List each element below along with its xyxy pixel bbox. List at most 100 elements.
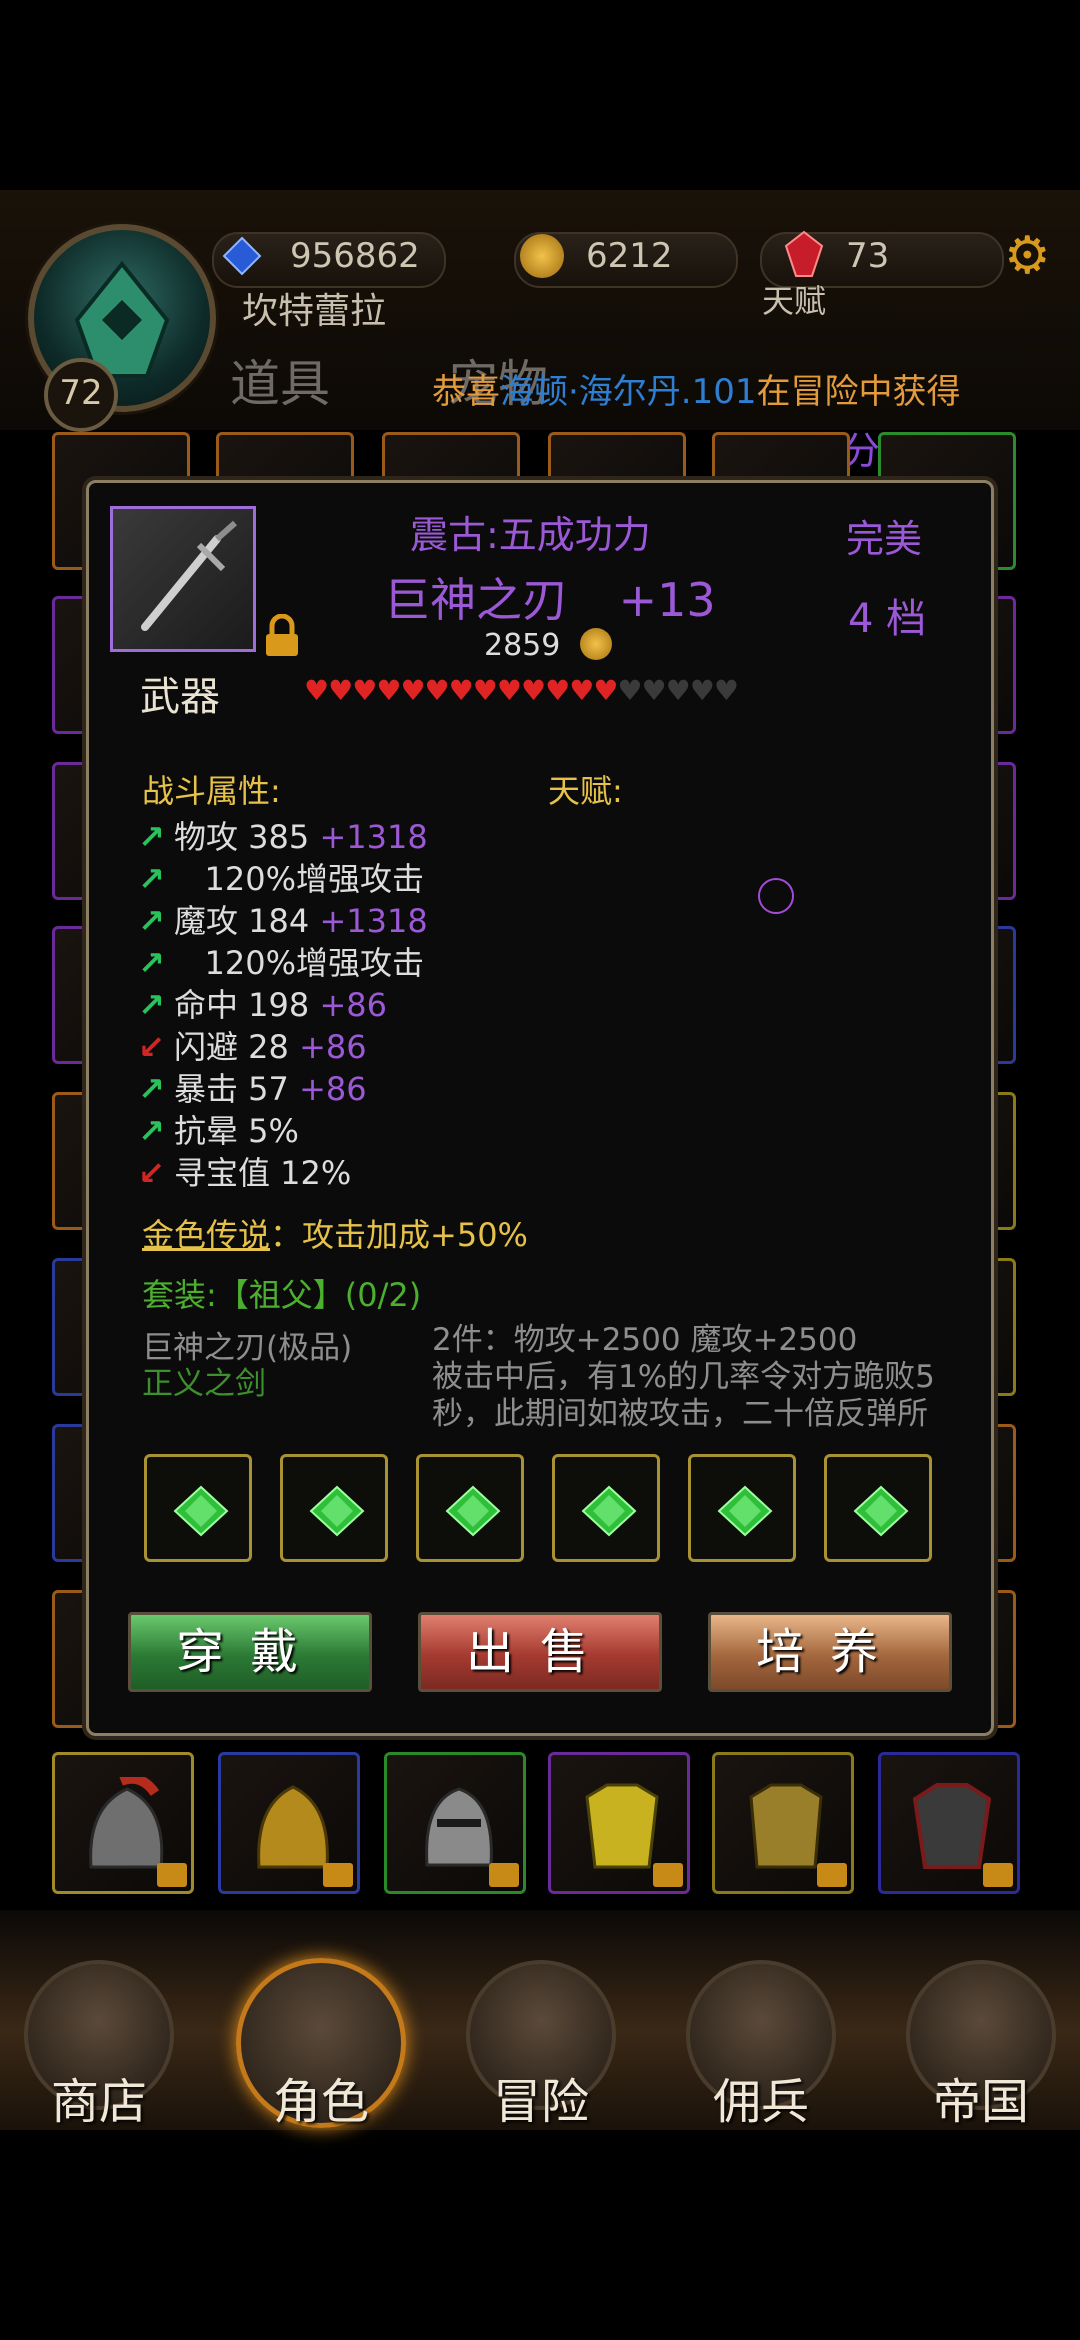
lock-icon — [817, 1863, 847, 1887]
ticker-player: 海顿·海尔丹.101 — [500, 372, 757, 412]
set-piece-2: 正义之剑 — [142, 1366, 266, 1402]
heart-empty-icon: ♥ — [665, 674, 691, 707]
item-tier: 4 档 — [848, 596, 927, 642]
ticker-prefix: 恭喜 — [432, 372, 500, 412]
chainmail-icon — [749, 1783, 823, 1869]
legend-label[interactable]: 金色传说 — [142, 1216, 270, 1254]
ruby-icon — [784, 230, 824, 278]
gem-socket[interactable] — [552, 1454, 660, 1562]
arrow-up-icon: ↗ — [138, 986, 165, 1024]
heart-filled-icon: ♥ — [545, 674, 570, 707]
equip-slot-armor-gold[interactable] — [548, 1752, 690, 1894]
emerald-gem-icon — [445, 1485, 501, 1537]
legend-value: ：攻击加成+50% — [270, 1216, 528, 1254]
stat-row: ↙ 闪避 28 +86 — [138, 1022, 367, 1068]
tab-items[interactable]: 道具 — [230, 344, 410, 414]
set-bonus-line: 2件：物攻+2500 魔攻+2500 — [432, 1322, 858, 1358]
gem-socket[interactable] — [416, 1454, 524, 1562]
arrow-up-icon: ↗ — [138, 902, 165, 940]
arrow-down-icon: ↙ — [138, 1154, 165, 1192]
stat-bonus: +86 — [319, 986, 387, 1024]
lock-icon — [157, 1863, 187, 1887]
emerald-gem-icon — [853, 1485, 909, 1537]
gold-coin-icon — [580, 628, 612, 660]
stat-text: 120%增强攻击 — [174, 860, 425, 898]
set-bonus-text: 2件：物攻+2500 魔攻+2500 被击中后，有1%的几率令对方跪败5 秒，此… — [432, 1322, 972, 1433]
heart-empty-icon: ♥ — [617, 674, 642, 707]
heart-empty-icon: ♥ — [713, 674, 739, 707]
sword-icon — [141, 520, 237, 631]
stat-bonus: +1318 — [319, 818, 428, 856]
stat-row: ↗ 120%增强攻击 — [138, 854, 424, 900]
enhance-level: +13 — [618, 573, 716, 627]
lock-icon — [323, 1863, 353, 1887]
equip-slot-helmet[interactable] — [52, 1752, 194, 1894]
stat-row: ↗ 抗晕 5% — [138, 1106, 299, 1152]
gold-coin-icon — [520, 234, 564, 278]
emerald-gem-icon — [717, 1485, 773, 1537]
stat-text: 闪避 28 — [174, 1028, 300, 1066]
blue-gem-icon — [222, 236, 262, 276]
stat-text: 抗晕 5% — [174, 1112, 299, 1150]
heart-filled-icon: ♥ — [448, 674, 474, 707]
nav-empire-label[interactable]: 帝国 — [906, 2062, 1056, 2132]
lock-icon[interactable] — [264, 613, 300, 662]
settings-gear-icon[interactable]: ⚙ — [1004, 230, 1051, 282]
nav-shop-label[interactable]: 商店 — [24, 2062, 174, 2132]
gem-socket[interactable] — [144, 1454, 252, 1562]
nav-adventure-label[interactable]: 冒险 — [466, 2062, 616, 2132]
nav-role-label[interactable]: 角色 — [246, 2062, 396, 2132]
item-name: 巨神之刃 — [384, 573, 568, 627]
helmet-icon — [89, 1777, 164, 1869]
equip-slot-knight-helmet[interactable] — [384, 1752, 526, 1894]
announcement-ticker: 恭喜海顿·海尔丹.101在冒险中获得 — [432, 364, 961, 413]
heart-filled-icon: ♥ — [352, 674, 377, 707]
item-name-row: 巨神之刃 +13 — [384, 564, 716, 630]
stat-row: ↗ 魔攻 184 +1318 — [138, 896, 428, 942]
stat-row: ↗ 物攻 385 +1318 — [138, 812, 428, 858]
arrow-up-icon: ↗ — [138, 1070, 165, 1108]
refine-title: 震古:五成功力 — [410, 513, 651, 557]
gold-value: 6212 — [586, 236, 673, 276]
equip-slot-helmet-gold[interactable] — [218, 1752, 360, 1894]
heart-filled-icon: ♥ — [304, 674, 329, 707]
heart-filled-icon: ♥ — [520, 674, 546, 707]
lock-icon — [653, 1863, 683, 1887]
lock-icon — [983, 1863, 1013, 1887]
set-title: 套装:【祖父】(0/2) — [142, 1276, 422, 1314]
talent-empty-circle[interactable] — [758, 878, 794, 914]
stat-text: 寻宝值 12% — [174, 1154, 352, 1192]
knight-helmet-icon — [425, 1787, 493, 1867]
talent-label[interactable]: 天赋 — [762, 276, 826, 322]
stat-text: 120%增强攻击 — [174, 944, 425, 982]
arrow-up-icon: ↗ — [138, 860, 165, 898]
stat-text: 暴击 57 — [174, 1070, 300, 1108]
arrow-up-icon: ↗ — [138, 1112, 165, 1150]
emerald-gem-icon — [581, 1485, 637, 1537]
combat-attributes-title: 战斗属性: — [142, 772, 281, 810]
arrow-down-icon: ↙ — [138, 1028, 165, 1066]
gem-socket[interactable] — [824, 1454, 932, 1562]
equip-slot-chainmail[interactable] — [712, 1752, 854, 1894]
heart-filled-icon: ♥ — [400, 674, 425, 707]
stat-row: ↗ 暴击 57 +86 — [138, 1064, 367, 1110]
gem-socket[interactable] — [280, 1454, 388, 1562]
gem-socket[interactable] — [688, 1454, 796, 1562]
gold-helmet-icon — [257, 1785, 329, 1869]
heart-filled-icon: ♥ — [593, 674, 618, 707]
legend-row: 金色传说：攻击加成+50% — [142, 1210, 528, 1256]
arrow-up-icon: ↗ — [138, 944, 165, 982]
item-price: 2859 — [484, 628, 561, 663]
nav-mercenary-label[interactable]: 佣兵 — [686, 2062, 836, 2132]
equip-button[interactable]: 穿戴 — [128, 1612, 372, 1692]
ticker-suffix: 在冒险中获得 — [756, 372, 961, 412]
heart-filled-icon: ♥ — [569, 674, 594, 707]
heart-filled-icon: ♥ — [328, 674, 353, 707]
stat-bonus: +86 — [299, 1070, 367, 1108]
equip-slot-dark-armor[interactable] — [878, 1752, 1020, 1894]
item-quality: 完美 — [846, 517, 923, 561]
stat-text: 魔攻 184 — [174, 902, 320, 940]
weapon-slot[interactable] — [110, 506, 256, 652]
train-button[interactable]: 培养 — [708, 1612, 952, 1692]
sell-button[interactable]: 出售 — [418, 1612, 662, 1692]
